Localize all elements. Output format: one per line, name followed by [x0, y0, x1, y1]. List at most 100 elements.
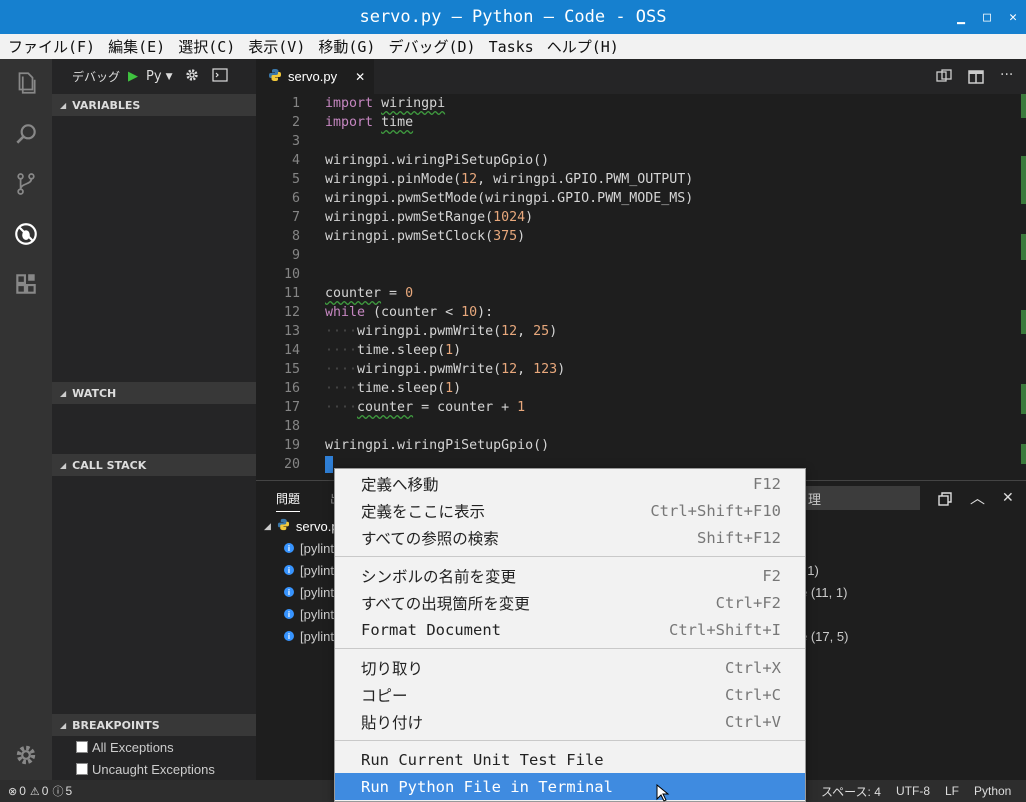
breakpoint-all-exceptions[interactable]: All Exceptions	[76, 737, 174, 757]
problems-summary[interactable]: ⊗ 0 ⚠ 0 ⓘ 5	[8, 780, 72, 802]
problem-text: [pylint	[300, 584, 334, 600]
close-panel-icon[interactable]: ✕	[1002, 490, 1014, 506]
context-menu-item[interactable]: Format Document Ctrl+Shift+I	[335, 616, 805, 643]
more-actions-icon[interactable]: ···	[1000, 67, 1013, 83]
debug-config-select[interactable]: Py	[146, 69, 162, 84]
gear-icon[interactable]	[12, 741, 40, 769]
code-editor[interactable]: 1 import wiringpi 2 import time 3 4 wiringpi.w…	[256, 94, 1026, 477]
search-icon[interactable]	[12, 120, 40, 148]
code-line: 6 wiringpi.pwmSetMode(wiringpi.GPIO.PWM_M…	[256, 189, 1026, 208]
close-tab-icon[interactable]: ✕	[355, 70, 365, 84]
minimize-button[interactable]: ▁	[948, 10, 974, 25]
variables-section-header[interactable]: ◢ VARIABLES	[52, 94, 256, 116]
context-menu-item[interactable]: 定義をここに表示 Ctrl+Shift+F10	[335, 497, 805, 524]
breakpoints-section-header[interactable]: ◢ BREAKPOINTS	[52, 714, 256, 736]
debug-console-icon[interactable]	[212, 68, 229, 85]
checkbox[interactable]	[76, 741, 88, 753]
problem-file-row[interactable]: ◢ servo.p	[264, 516, 339, 536]
menu-item-label: 貼り付け	[361, 713, 424, 732]
debug-settings-icon[interactable]	[184, 67, 200, 86]
extensions-icon[interactable]	[12, 270, 40, 298]
indentation-status[interactable]: スペース: 4	[821, 780, 881, 802]
line-number: 7	[291, 210, 300, 225]
menu-debug[interactable]: デバッグ(D)	[388, 36, 475, 57]
menu-item-shortcut: Ctrl+Shift+I	[669, 620, 781, 639]
tab-problems[interactable]: 問題	[276, 490, 301, 512]
code-text: wiringpi.pinMode(12, wiringpi.GPIO.PWM_O…	[325, 172, 694, 187]
python-file-icon	[277, 518, 290, 534]
menu-file[interactable]: ファイル(F)	[8, 36, 95, 57]
language-status[interactable]: Python	[974, 780, 1011, 802]
open-changes-icon[interactable]	[936, 69, 952, 89]
info-icon: i	[284, 565, 294, 575]
menu-view[interactable]: 表示(V)	[248, 36, 305, 57]
line-number: 5	[291, 172, 300, 187]
problems-filter-input[interactable]: 理	[804, 486, 920, 510]
problem-text: [pylint	[300, 562, 334, 578]
menu-go[interactable]: 移動(G)	[318, 36, 375, 57]
callstack-section-header[interactable]: ◢ CALL STACK	[52, 454, 256, 476]
encoding-status[interactable]: UTF-8	[896, 780, 930, 802]
line-number: 14	[283, 343, 300, 358]
split-editor-icon[interactable]	[968, 69, 984, 89]
watch-section-header[interactable]: ◢ WATCH	[52, 382, 256, 404]
maximize-button[interactable]: □	[974, 10, 1000, 25]
code-line: 11 counter = 0	[256, 284, 1026, 303]
menu-tasks[interactable]: Tasks	[489, 38, 534, 56]
info-count: 5	[65, 784, 73, 798]
eol-status[interactable]: LF	[945, 780, 959, 802]
breakpoint-uncaught-exceptions[interactable]: Uncaught Exceptions	[76, 759, 215, 779]
code-text: ····time.sleep(1)	[325, 343, 462, 358]
debug-icon[interactable]	[12, 220, 40, 248]
line-number: 8	[291, 229, 300, 244]
context-menu-item[interactable]: 貼り付け Ctrl+V	[335, 708, 805, 735]
code-line: 15 ····wiringpi.pwmWrite(12, 123)	[256, 360, 1026, 379]
line-number: 11	[283, 286, 300, 301]
code-text: import time	[325, 115, 414, 130]
problem-location: e (17, 5)	[800, 628, 849, 644]
mouse-cursor-icon	[656, 784, 670, 802]
code-text: counter = 0	[325, 286, 414, 301]
context-menu-item[interactable]: Run Python File in Terminal	[335, 773, 805, 800]
context-menu-item[interactable]: シンボルの名前を変更 F2	[335, 562, 805, 589]
menu-item-shortcut: Ctrl+X	[725, 658, 781, 677]
line-number: 6	[291, 191, 300, 206]
context-menu-item[interactable]: コピー Ctrl+C	[335, 681, 805, 708]
explorer-icon[interactable]	[12, 69, 40, 97]
menu-bar: ファイル(F) 編集(E) 選択(C) 表示(V) 移動(G) デバッグ(D) …	[0, 34, 1026, 59]
tab-servo-py[interactable]: servo.py ✕	[256, 59, 374, 94]
restore-panel-icon[interactable]	[938, 491, 952, 510]
info-icon: i	[284, 543, 294, 553]
menu-item-label: 定義をここに表示	[361, 502, 486, 521]
menu-edit[interactable]: 編集(E)	[108, 36, 165, 57]
chevron-down-icon[interactable]: ▼	[166, 72, 173, 82]
close-window-button[interactable]: ✕	[1000, 10, 1026, 25]
context-menu-item[interactable]: すべての出現箇所を変更 Ctrl+F2	[335, 589, 805, 616]
menu-selection[interactable]: 選択(C)	[178, 36, 235, 57]
context-menu-item[interactable]: 定義へ移動 F12	[335, 470, 805, 497]
info-icon: i	[284, 587, 294, 597]
activity-bar	[0, 59, 52, 780]
line-number: 15	[283, 362, 300, 377]
context-menu-item[interactable]: すべての参照の検索 Shift+F12	[335, 524, 805, 551]
menu-separator	[335, 740, 805, 741]
menu-item-label: すべての出現箇所を変更	[361, 594, 530, 613]
text-cursor	[325, 456, 333, 473]
line-number: 2	[291, 115, 300, 130]
start-debug-icon[interactable]: ▶	[128, 69, 138, 84]
maximize-panel-icon[interactable]: ︿	[970, 487, 985, 508]
context-menu-item[interactable]: 切り取り Ctrl+X	[335, 654, 805, 681]
code-text: ····wiringpi.pwmWrite(12, 123)	[325, 362, 566, 377]
checkbox[interactable]	[76, 763, 88, 775]
menu-item-label: Format Document	[361, 620, 501, 639]
code-line: 4 wiringpi.wiringPiSetupGpio()	[256, 151, 1026, 170]
line-number: 18	[283, 419, 300, 434]
context-menu-item[interactable]: Run Current Unit Test File	[335, 746, 805, 773]
menu-help[interactable]: ヘルプ(H)	[547, 36, 619, 57]
collapse-icon: ◢	[60, 460, 67, 470]
problem-text: [pylint	[300, 606, 334, 622]
line-number: 9	[291, 248, 300, 263]
line-number: 1	[291, 96, 300, 111]
source-control-icon[interactable]	[12, 170, 40, 198]
code-line: 7 wiringpi.pwmSetRange(1024)	[256, 208, 1026, 227]
